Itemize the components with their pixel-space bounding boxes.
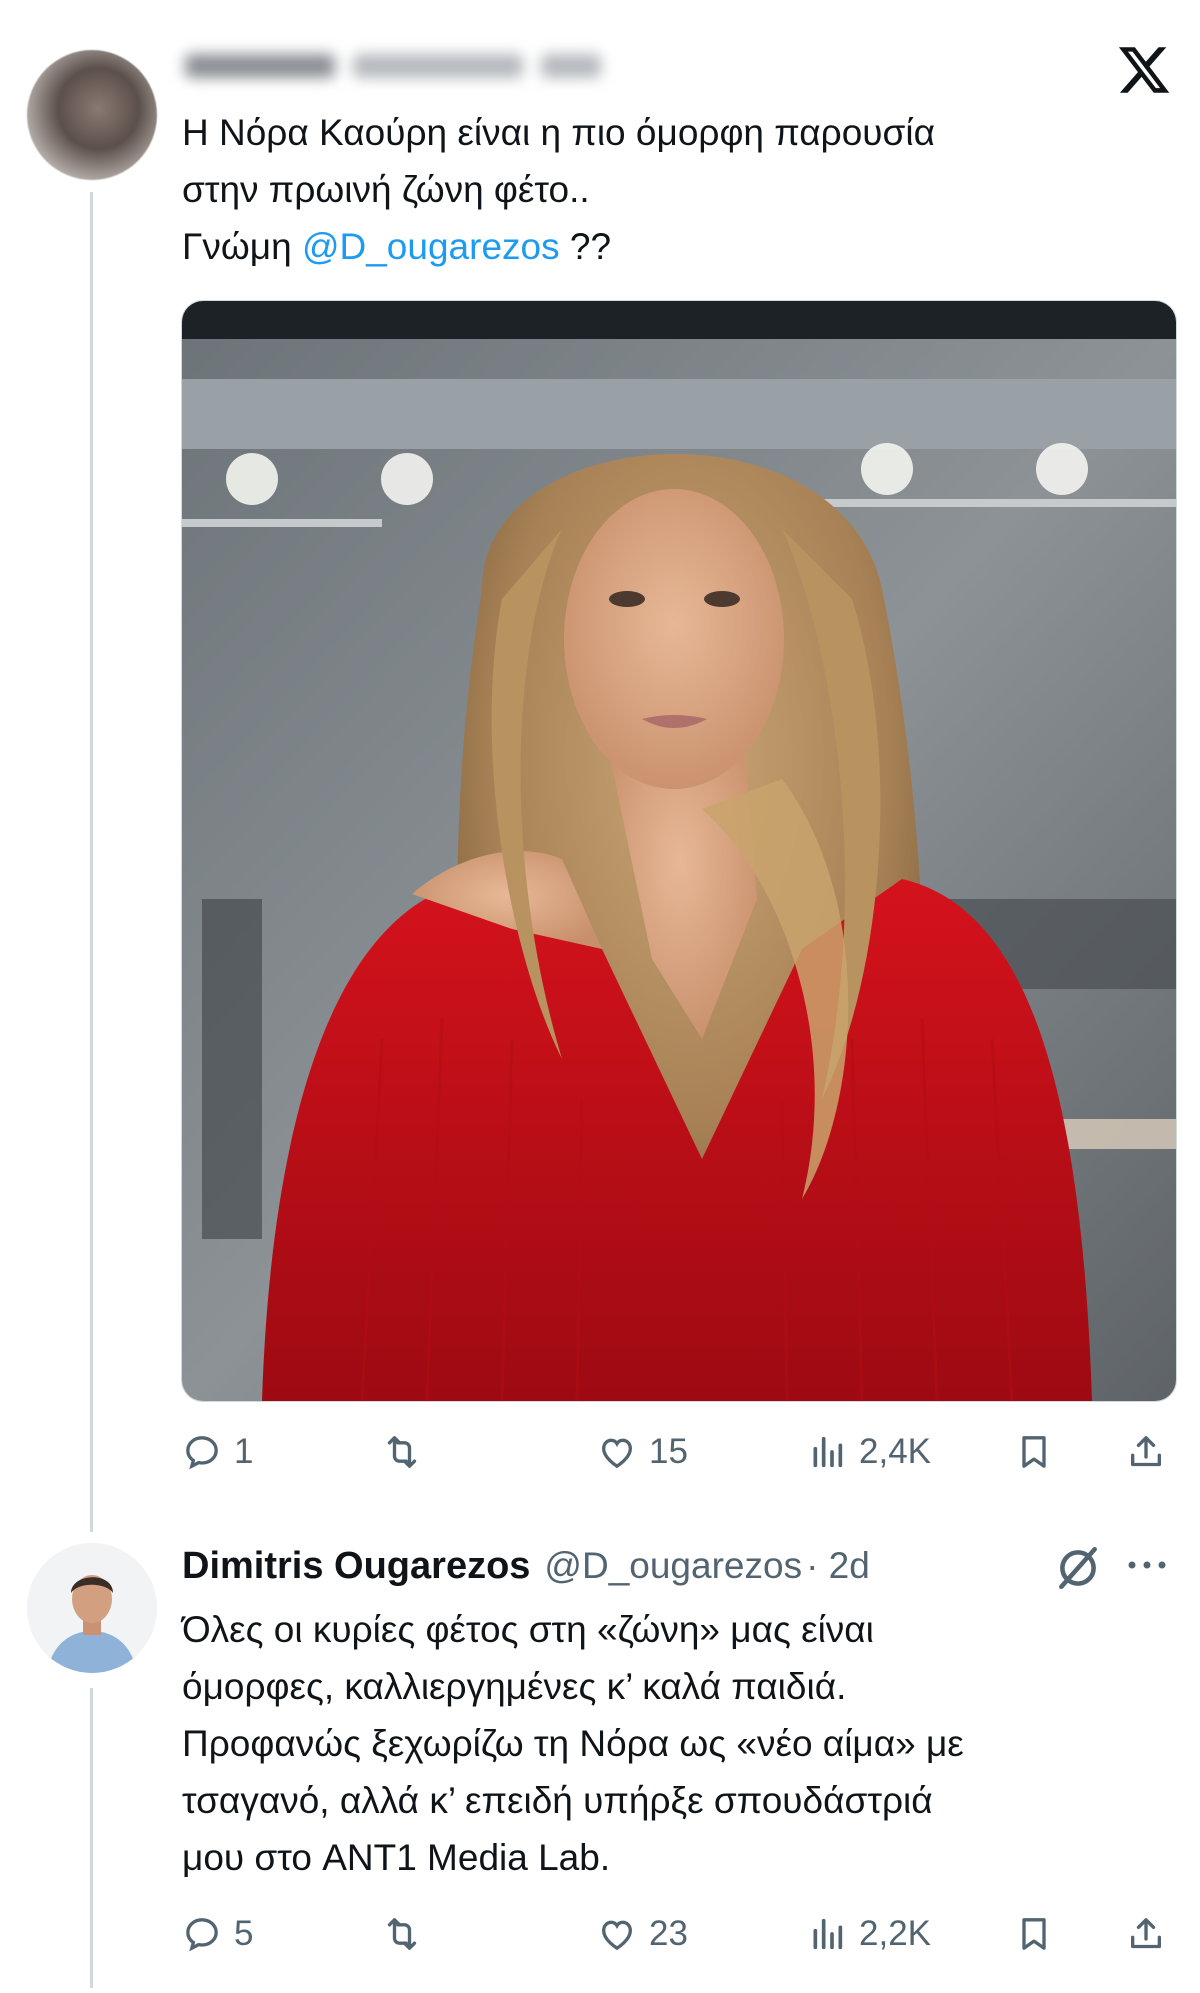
reply-action-bar: 5 23 2,2K	[182, 1904, 1176, 1964]
bookmark-icon	[1022, 1918, 1046, 1950]
author-name[interactable]: Dimitris Ougarezos	[182, 1545, 530, 1588]
post-photo[interactable]	[181, 300, 1177, 1402]
bookmark-button[interactable]	[1014, 1422, 1054, 1482]
like-button[interactable]: 15	[597, 1422, 688, 1482]
views-button[interactable]: 2,2K	[807, 1904, 931, 1964]
reply-text-line: Προφανώς ξεχωρίζω τη Νόρα ως «νέο αίμα» …	[182, 1723, 964, 1764]
views-button[interactable]: 2,4K	[807, 1422, 931, 1482]
reply-button[interactable]: 1	[182, 1422, 253, 1482]
reply-text-line: όμορφες, καλλιεργημένες κ’ καλά παιδιά.	[182, 1666, 847, 1707]
post-text: Η Νόρα Καούρη είναι η πιο όμορφη παρουσί…	[182, 104, 935, 275]
view-count: 2,4K	[859, 1432, 931, 1471]
post-action-bar: 1 15 2,4K	[182, 1422, 1176, 1482]
heart-icon	[601, 1920, 633, 1951]
post-text-prefix: Γνώμη	[182, 226, 302, 267]
post-text-line: στην πρωινή ζώνη φέτο..	[182, 169, 590, 210]
x-logo-icon[interactable]	[1116, 42, 1172, 98]
views-icon	[813, 1436, 843, 1468]
share-icon	[1131, 1436, 1161, 1467]
thread-line-lower	[90, 1688, 93, 1988]
retweet-button[interactable]	[382, 1422, 422, 1482]
like-count: 15	[649, 1432, 688, 1471]
retweet-icon	[387, 1918, 417, 1950]
reply-count: 1	[234, 1432, 254, 1471]
reply-count: 5	[234, 1914, 254, 1953]
view-count: 2,2K	[859, 1914, 931, 1953]
reply-text-line: μου στο ANT1 Media Lab.	[182, 1837, 611, 1878]
reply-icon	[186, 1436, 218, 1470]
bookmark-icon	[1022, 1436, 1046, 1468]
reply-button[interactable]: 5	[182, 1904, 253, 1964]
bookmark-button[interactable]	[1014, 1904, 1054, 1964]
reply-text-line: Όλες οι κυρίες φέτος στη «ζώνη» μας είνα…	[182, 1609, 874, 1650]
reply-text: Όλες οι κυρίες φέτος στη «ζώνη» μας είνα…	[182, 1601, 964, 1886]
avatar[interactable]	[27, 1543, 157, 1673]
retweet-button[interactable]	[382, 1904, 422, 1964]
retweet-icon	[387, 1436, 417, 1468]
photo-top-strip	[182, 301, 1176, 339]
avatar-portrait	[27, 1543, 157, 1673]
post-time[interactable]: · 2d	[806, 1545, 870, 1587]
like-button[interactable]: 23	[597, 1904, 688, 1964]
more-icon[interactable]	[1125, 1555, 1169, 1575]
share-icon	[1131, 1918, 1161, 1949]
views-icon	[813, 1918, 843, 1950]
author-handle[interactable]: @D_ougarezos	[544, 1545, 802, 1587]
thread-line-upper	[90, 192, 93, 1532]
heart-icon	[601, 1438, 633, 1469]
share-button[interactable]	[1126, 1904, 1166, 1964]
post-text-line: Γνώμη @D_ougarezos ??	[182, 218, 935, 275]
post-text-line: Η Νόρα Καούρη είναι η πιο όμορφη παρουσί…	[182, 112, 935, 153]
reply-icon	[186, 1918, 218, 1952]
blurred-author-info	[185, 46, 601, 86]
like-count: 23	[649, 1914, 688, 1953]
reply-text-line: τσαγανό, αλλά κ’ επειδή υπήρξε σπουδάστρ…	[182, 1780, 933, 1821]
share-button[interactable]	[1126, 1422, 1166, 1482]
grok-icon[interactable]	[1053, 1543, 1103, 1593]
mention-link[interactable]: @D_ougarezos	[302, 226, 560, 267]
reply-header: Dimitris Ougarezos @D_ougarezos · 2d	[182, 1545, 870, 1601]
avatar[interactable]	[27, 50, 157, 180]
post-text-suffix: ??	[559, 226, 612, 267]
photo-woman-red-sweater	[182, 339, 1176, 1401]
